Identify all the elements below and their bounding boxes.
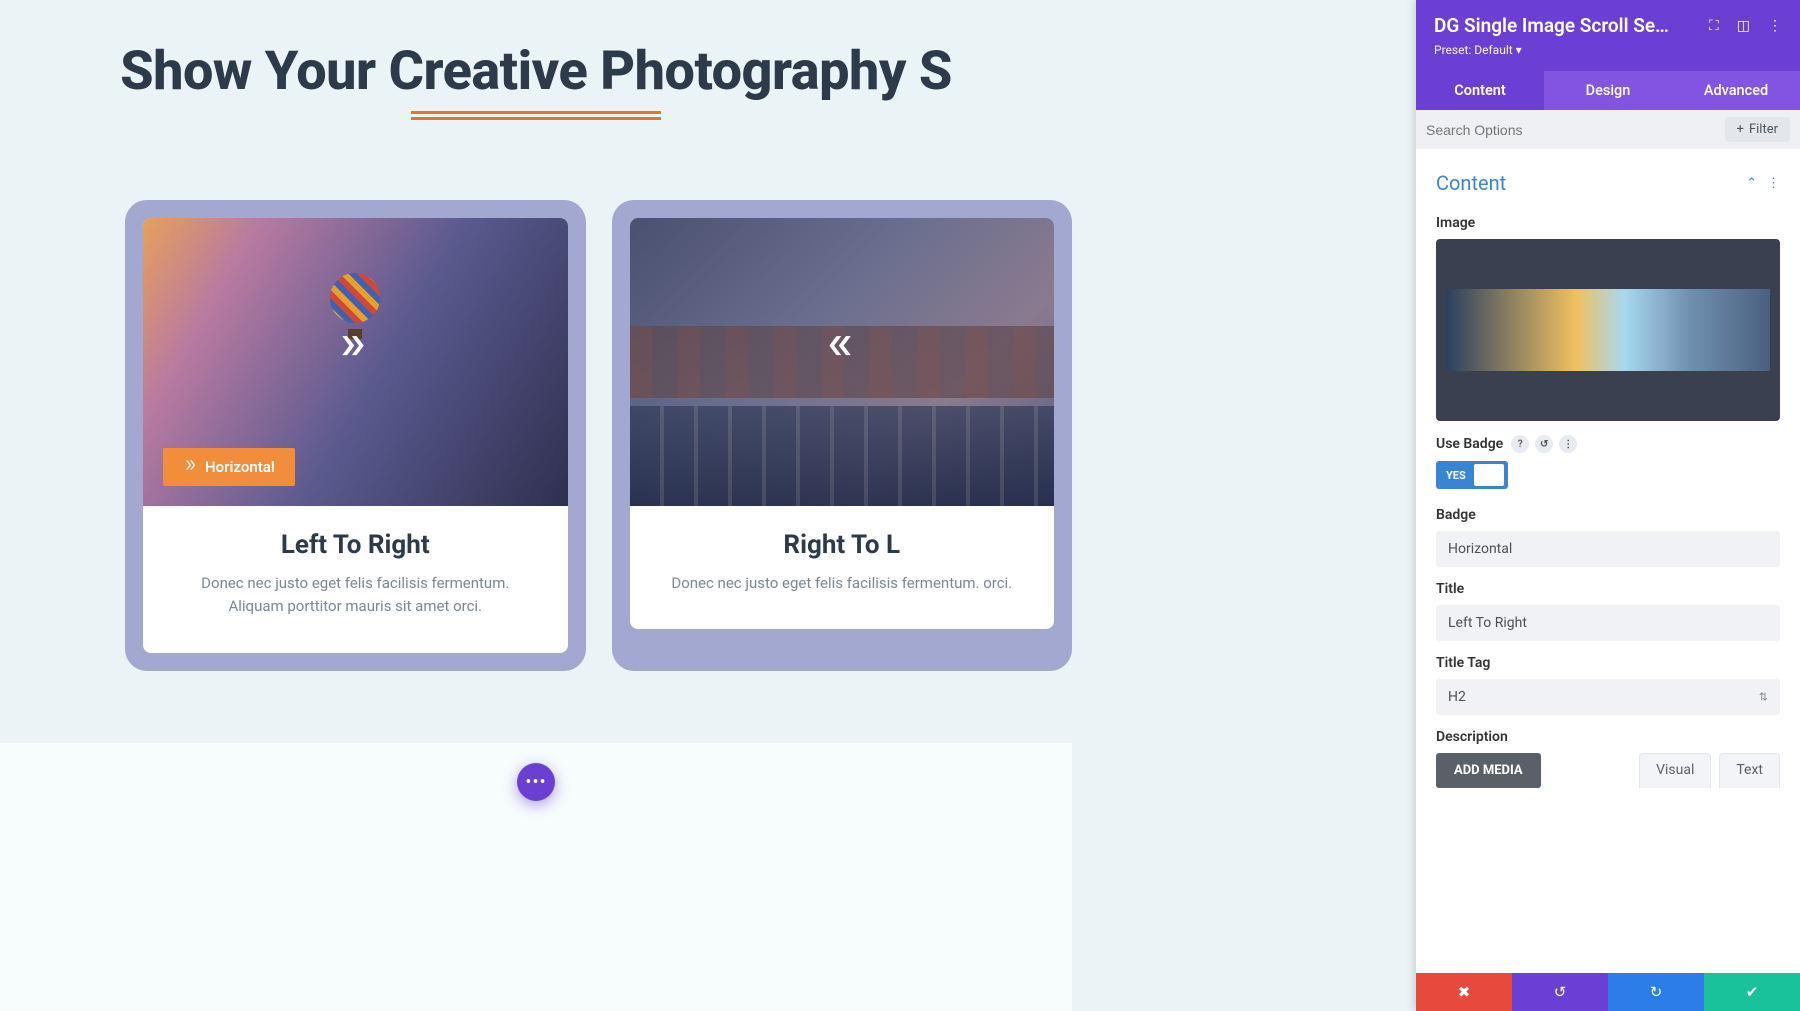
caret-down-icon: ▾ — [1516, 43, 1522, 57]
focus-icon[interactable]: ⛶ — [1709, 18, 1719, 34]
tabs: Content Design Advanced — [1416, 71, 1800, 110]
cancel-button[interactable]: ✖ — [1416, 973, 1512, 1011]
image-thumbnail — [1446, 289, 1770, 371]
columns-icon[interactable]: ◫ — [1737, 18, 1750, 34]
more-icon[interactable]: ⋮ — [1767, 176, 1780, 191]
description-toolbar: ADD MEDIA Visual Text — [1436, 753, 1780, 788]
tab-advanced[interactable]: Advanced — [1672, 71, 1800, 110]
undo-button[interactable]: ↺ — [1512, 973, 1608, 1011]
settings-panel: DG Single Image Scroll Setti... ⛶ ◫ ⋮ Pr… — [1416, 0, 1800, 1011]
filter-button[interactable]: + Filter — [1725, 117, 1790, 142]
search-input[interactable] — [1426, 118, 1725, 142]
card-wrapper: Right To L Donec nec justo eget felis fa… — [612, 200, 1073, 671]
builder-fab-button[interactable]: ••• — [517, 763, 555, 801]
field-label-image: Image — [1436, 215, 1780, 231]
redo-button[interactable]: ↻ — [1608, 973, 1704, 1011]
section-header[interactable]: Content ⌃ ⋮ — [1436, 149, 1780, 205]
field-label-use-badge: Use Badge ? ↺ ⋮ — [1436, 435, 1780, 453]
badge-input[interactable]: Horizontal — [1436, 531, 1780, 567]
preset-row[interactable]: Preset: Default ▾ — [1434, 43, 1782, 57]
chevron-up-icon[interactable]: ⌃ — [1746, 176, 1757, 191]
section-title: Content — [1436, 171, 1506, 195]
add-media-button[interactable]: ADD MEDIA — [1436, 753, 1541, 788]
help-icon[interactable]: ? — [1511, 435, 1529, 453]
chevron-right-icon — [183, 458, 197, 476]
search-row: + Filter — [1416, 110, 1800, 149]
more-icon[interactable]: ⋮ — [1768, 18, 1782, 34]
editor-tab-text[interactable]: Text — [1719, 753, 1780, 788]
title-input[interactable]: Left To Right — [1436, 605, 1780, 641]
cards-row: Horizontal Left To Right Donec nec justo… — [0, 120, 1072, 671]
card: Right To L Donec nec justo eget felis fa… — [630, 218, 1055, 629]
page-heading: Show Your Creative Photography S — [0, 0, 1072, 103]
card-title: Left To Right — [173, 530, 538, 560]
panel-body: Content ⌃ ⋮ Image Use Badge ? ↺ ⋮ YES Ba… — [1416, 149, 1800, 973]
panel-footer: ✖ ↺ ↻ ✔ — [1416, 973, 1800, 1011]
card-image: Horizontal — [143, 218, 568, 506]
card-image — [630, 218, 1055, 506]
panel-header: DG Single Image Scroll Setti... ⛶ ◫ ⋮ Pr… — [1416, 0, 1800, 71]
use-badge-toggle[interactable]: YES — [1436, 461, 1508, 489]
card-description: Donec nec justo eget felis facilisis fer… — [173, 572, 538, 619]
card-body: Right To L Donec nec justo eget felis fa… — [630, 506, 1055, 629]
reset-icon[interactable]: ↺ — [1535, 435, 1553, 453]
field-label-title-tag: Title Tag — [1436, 655, 1780, 671]
plus-icon: + — [1737, 122, 1744, 137]
panel-title: DG Single Image Scroll Setti... — [1434, 14, 1674, 37]
chevron-right-icon — [334, 329, 376, 383]
card: Horizontal Left To Right Donec nec justo… — [143, 218, 568, 653]
tab-design[interactable]: Design — [1544, 71, 1672, 110]
title-tag-select[interactable]: H2 — [1436, 679, 1780, 715]
image-well[interactable] — [1436, 239, 1780, 421]
field-label-title: Title — [1436, 581, 1780, 597]
chevron-left-icon — [821, 329, 863, 383]
field-label-badge: Badge — [1436, 507, 1780, 523]
editor-tab-visual[interactable]: Visual — [1639, 753, 1711, 788]
card-wrapper: Horizontal Left To Right Donec nec justo… — [125, 200, 586, 671]
card-description: Donec nec justo eget felis facilisis fer… — [660, 572, 1025, 595]
field-label-description: Description — [1436, 729, 1780, 745]
preview-canvas: Show Your Creative Photography S — [0, 0, 1072, 1011]
badge-label: Horizontal — [205, 458, 275, 476]
card-title: Right To L — [660, 530, 1025, 560]
card-body: Left To Right Donec nec justo eget felis… — [143, 506, 568, 653]
heading-underline — [411, 111, 661, 114]
badge: Horizontal — [163, 448, 295, 486]
save-button[interactable]: ✔ — [1704, 973, 1800, 1011]
tab-content[interactable]: Content — [1416, 71, 1544, 110]
toggle-knob — [1474, 464, 1504, 486]
more-icon[interactable]: ⋮ — [1559, 435, 1577, 453]
